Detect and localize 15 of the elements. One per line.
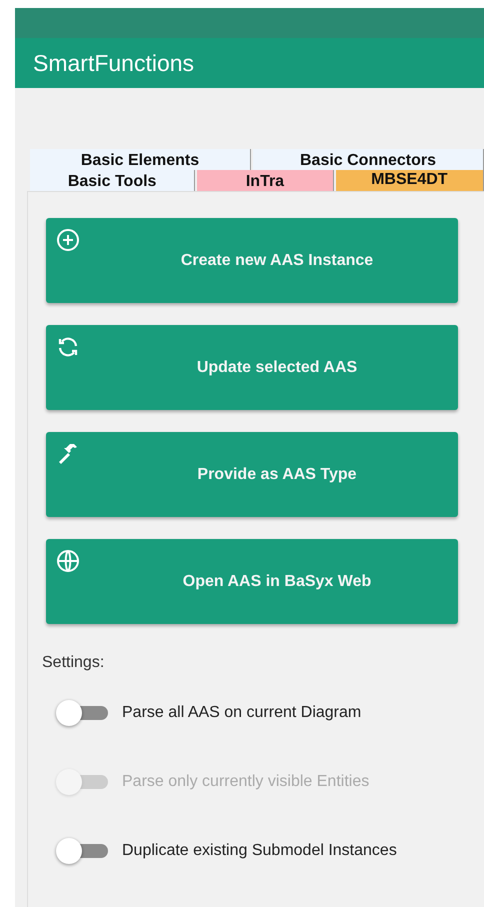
tab[interactable]: Basic Tools [30,170,196,191]
tab[interactable]: Basic Connectors [253,149,484,170]
panel-title: SmartFunctions [33,50,194,76]
toggle-label: Parse only currently visible Entities [122,773,370,791]
globe-icon [56,549,80,573]
tab[interactable]: MBSE4DT [336,170,484,191]
tab[interactable]: InTra [197,170,334,191]
plus-circle-icon [56,228,80,252]
toggle-label: Duplicate existing Submodel Instances [122,842,397,860]
tab[interactable]: Basic Elements [30,149,252,170]
toggle-switch[interactable] [56,700,108,726]
settings-heading: Settings: [42,654,106,672]
refresh-icon [56,335,80,359]
toggle-label: Parse all AAS on current Diagram [122,704,362,722]
toggle-switch[interactable] [56,838,108,864]
